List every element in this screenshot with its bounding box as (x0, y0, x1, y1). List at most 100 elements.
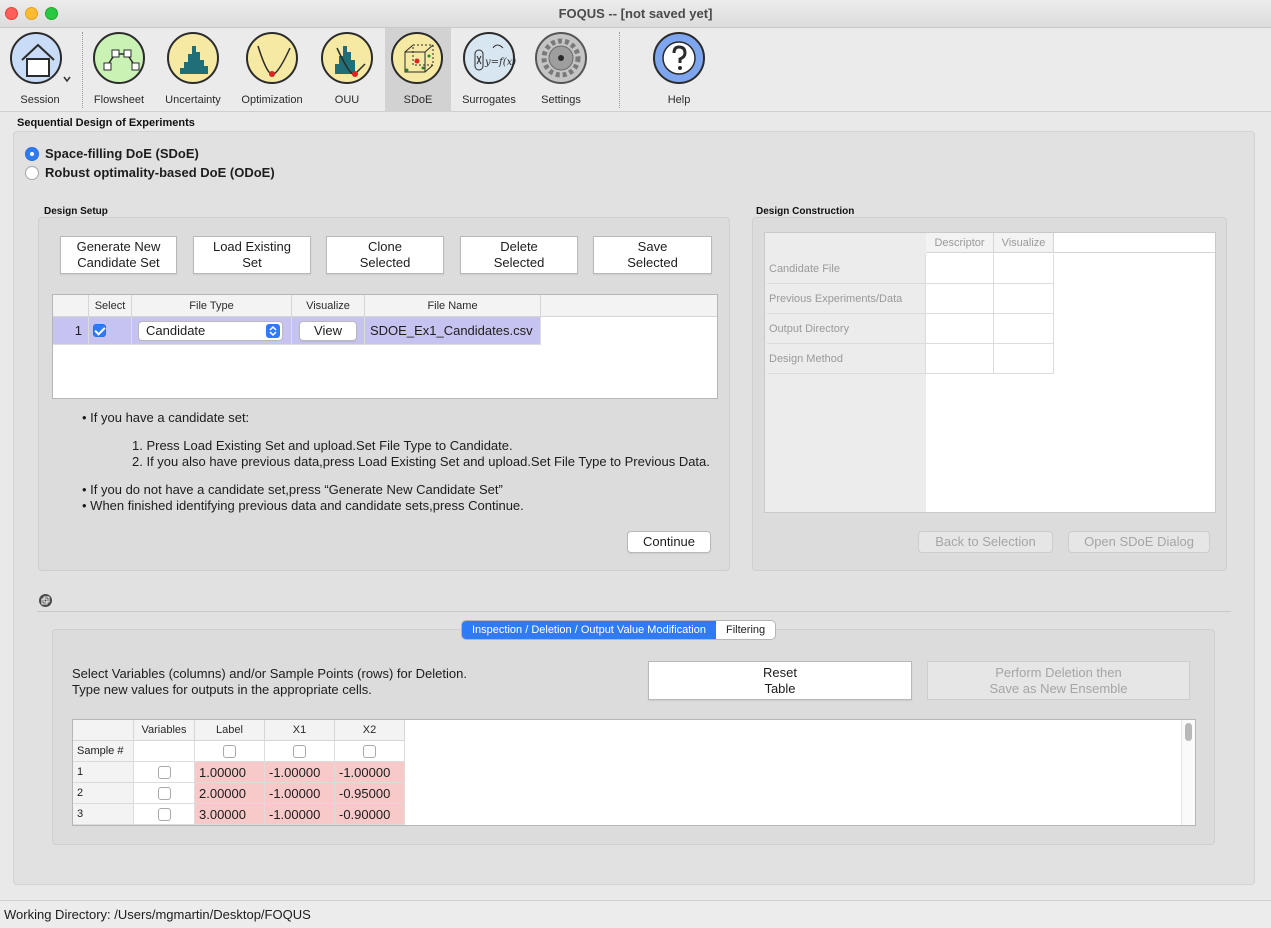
tab-filtering[interactable]: Filtering (716, 621, 775, 639)
table-cell-label[interactable]: 1.00000 (195, 762, 265, 783)
table-cell-label[interactable]: 2.00000 (195, 783, 265, 804)
toolbar-help[interactable]: Help (646, 28, 712, 112)
construction-cell (994, 284, 1054, 314)
ensemble-header-x2: X2 (335, 720, 405, 741)
select-row-checkbox[interactable] (157, 765, 171, 779)
inspection-instructions-1: Select Variables (columns) and/or Sample… (72, 666, 467, 681)
splitter-bar[interactable] (37, 592, 1231, 612)
table-cell-x2[interactable]: -1.00000 (335, 762, 405, 783)
table-cell-x2[interactable]: -0.90000 (335, 804, 405, 825)
page-title: Sequential Design of Experiments (17, 117, 195, 129)
ensemble-header-label: Label (195, 720, 265, 741)
select-column-x2-checkbox[interactable] (363, 744, 376, 758)
ensemble-check-cell (335, 741, 405, 762)
ensemble-check-cell (134, 804, 195, 825)
construction-header-visualize: Visualize (994, 233, 1054, 253)
instruction-bullet-1: • If you have a candidate set: (82, 410, 250, 425)
generate-candidate-set-button[interactable]: Generate New Candidate Set (60, 236, 177, 274)
file-row-visualize-cell: View (292, 317, 365, 345)
table-cell-x2[interactable]: -0.95000 (335, 783, 405, 804)
construction-cell (994, 254, 1054, 284)
file-type-select[interactable]: Candidate (138, 320, 283, 341)
scrollbar-thumb[interactable] (1185, 723, 1192, 741)
sample-number: 3 (73, 804, 134, 825)
flowsheet-icon (93, 32, 145, 84)
delete-selected-button[interactable]: Delete Selected (460, 236, 578, 274)
surrogate-formula: y=f(x) (484, 57, 516, 68)
ensemble-check-cell (134, 741, 195, 762)
toolbar-sdoe[interactable]: SDoE (385, 28, 451, 112)
load-existing-set-button[interactable]: Load Existing Set (193, 236, 311, 274)
inspection-tabs: Inspection / Deletion / Output Value Mod… (461, 620, 777, 640)
vertical-scrollbar[interactable] (1181, 720, 1195, 825)
select-column-label-checkbox[interactable] (223, 744, 236, 758)
ensemble-check-cell (134, 783, 195, 804)
radio-odoe[interactable]: Robust optimality-based DoE (ODoE) (25, 165, 275, 180)
construction-cell (994, 344, 1054, 374)
construction-cell (926, 314, 994, 344)
status-bar: Working Directory: /Users/mgmartin/Deskt… (0, 900, 1271, 928)
toolbar-flowsheet[interactable]: Flowsheet (86, 28, 152, 112)
save-selected-button[interactable]: Save Selected (593, 236, 712, 274)
window-title: FOQUS -- [not saved yet] (558, 6, 713, 21)
file-row-file-type-cell: Candidate (132, 317, 292, 345)
ensemble-header-x1: X1 (265, 720, 335, 741)
construction-row-previous-data: Previous Experiments/Data (767, 284, 926, 314)
instruction-step-2: 2. If you also have previous data,press … (132, 454, 710, 469)
cube-icon (391, 32, 443, 84)
radio-sdoe-indicator (25, 146, 39, 161)
continue-button[interactable]: Continue (627, 531, 711, 553)
table-cell-x1[interactable]: -1.00000 (265, 762, 335, 783)
radio-sdoe[interactable]: Space-filling DoE (SDoE) (25, 146, 199, 161)
file-row-select-checkbox[interactable] (93, 324, 106, 337)
toolbar-settings[interactable]: Settings (528, 28, 594, 112)
perform-deletion-button[interactable]: Perform Deletion then Save as New Ensemb… (927, 661, 1190, 700)
file-table-header-file-type: File Type (132, 295, 292, 317)
ensemble-check-cell (265, 741, 335, 762)
ensemble-header-variables: Variables (134, 720, 195, 741)
ensemble-check-cell (195, 741, 265, 762)
select-row-checkbox[interactable] (157, 786, 171, 800)
view-file-button[interactable]: View (299, 320, 357, 341)
select-column-x1-checkbox[interactable] (293, 744, 306, 758)
open-sdoe-dialog-button[interactable]: Open SDoE Dialog (1068, 531, 1210, 553)
ensemble-table: Variables Label X1 X2 Sample # 1 1.00000… (72, 719, 1196, 826)
file-table-header-select: Select (89, 295, 132, 317)
main-toolbar: Session Flowsheet Uncertainty Optimizati… (0, 28, 1271, 112)
design-construction-title: Design Construction (756, 206, 855, 217)
toolbar-optimization[interactable]: Optimization (236, 28, 308, 112)
toolbar-separator (619, 32, 620, 108)
toolbar-ouu[interactable]: OUU (314, 28, 380, 112)
toolbar-uncertainty[interactable]: Uncertainty (158, 28, 228, 112)
file-table-header-visualize: Visualize (292, 295, 365, 317)
float-panel-icon[interactable] (39, 594, 52, 607)
function-icon: y=f(x) (463, 32, 516, 84)
design-construction-table: Descriptor Visualize Candidate File Prev… (764, 232, 1216, 513)
sample-number: 2 (73, 783, 134, 804)
reset-table-button[interactable]: Reset Table (648, 661, 912, 700)
title-bar: FOQUS -- [not saved yet] (0, 0, 1271, 28)
file-table-header-file-name: File Name (365, 295, 541, 317)
select-row-checkbox[interactable] (157, 807, 171, 821)
construction-cell (926, 254, 994, 284)
construction-cell (994, 314, 1054, 344)
table-cell-x1[interactable]: -1.00000 (265, 804, 335, 825)
tab-inspection[interactable]: Inspection / Deletion / Output Value Mod… (462, 621, 716, 639)
table-cell-label[interactable]: 3.00000 (195, 804, 265, 825)
file-table-header-filler (541, 295, 717, 317)
back-to-selection-button[interactable]: Back to Selection (918, 531, 1053, 553)
instruction-bullet-2: • If you do not have a candidate set,pre… (82, 482, 503, 497)
toolbar-session[interactable]: Session (4, 28, 76, 112)
histogram-icon (167, 32, 219, 84)
instruction-step-1: 1. Press Load Existing Set and upload.Se… (132, 438, 513, 453)
optimization-curve-icon (246, 32, 298, 84)
construction-row-output-directory: Output Directory (767, 314, 926, 344)
toolbar-surrogates[interactable]: y=f(x) Surrogates (456, 28, 522, 112)
clone-selected-button[interactable]: Clone Selected (326, 236, 444, 274)
construction-cell (926, 344, 994, 374)
construction-row-design-method: Design Method (767, 344, 926, 374)
construction-header-descriptor: Descriptor (926, 233, 994, 253)
ouu-icon (321, 32, 373, 84)
table-cell-x1[interactable]: -1.00000 (265, 783, 335, 804)
file-row-file-name: SDOE_Ex1_Candidates.csv (365, 317, 541, 345)
